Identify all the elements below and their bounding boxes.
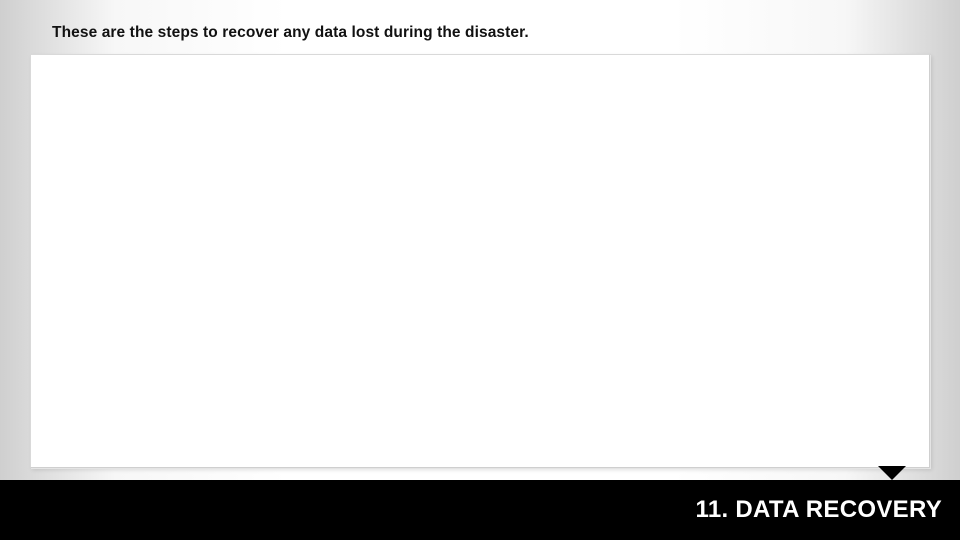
content-panel [30,54,930,468]
footer-bar: 11. DATA RECOVERY [0,480,960,540]
chevron-down-icon [878,466,906,480]
slide-title: 11. DATA RECOVERY [696,496,942,524]
slide: These are the steps to recover any data … [0,0,960,540]
intro-text: These are the steps to recover any data … [52,24,529,42]
